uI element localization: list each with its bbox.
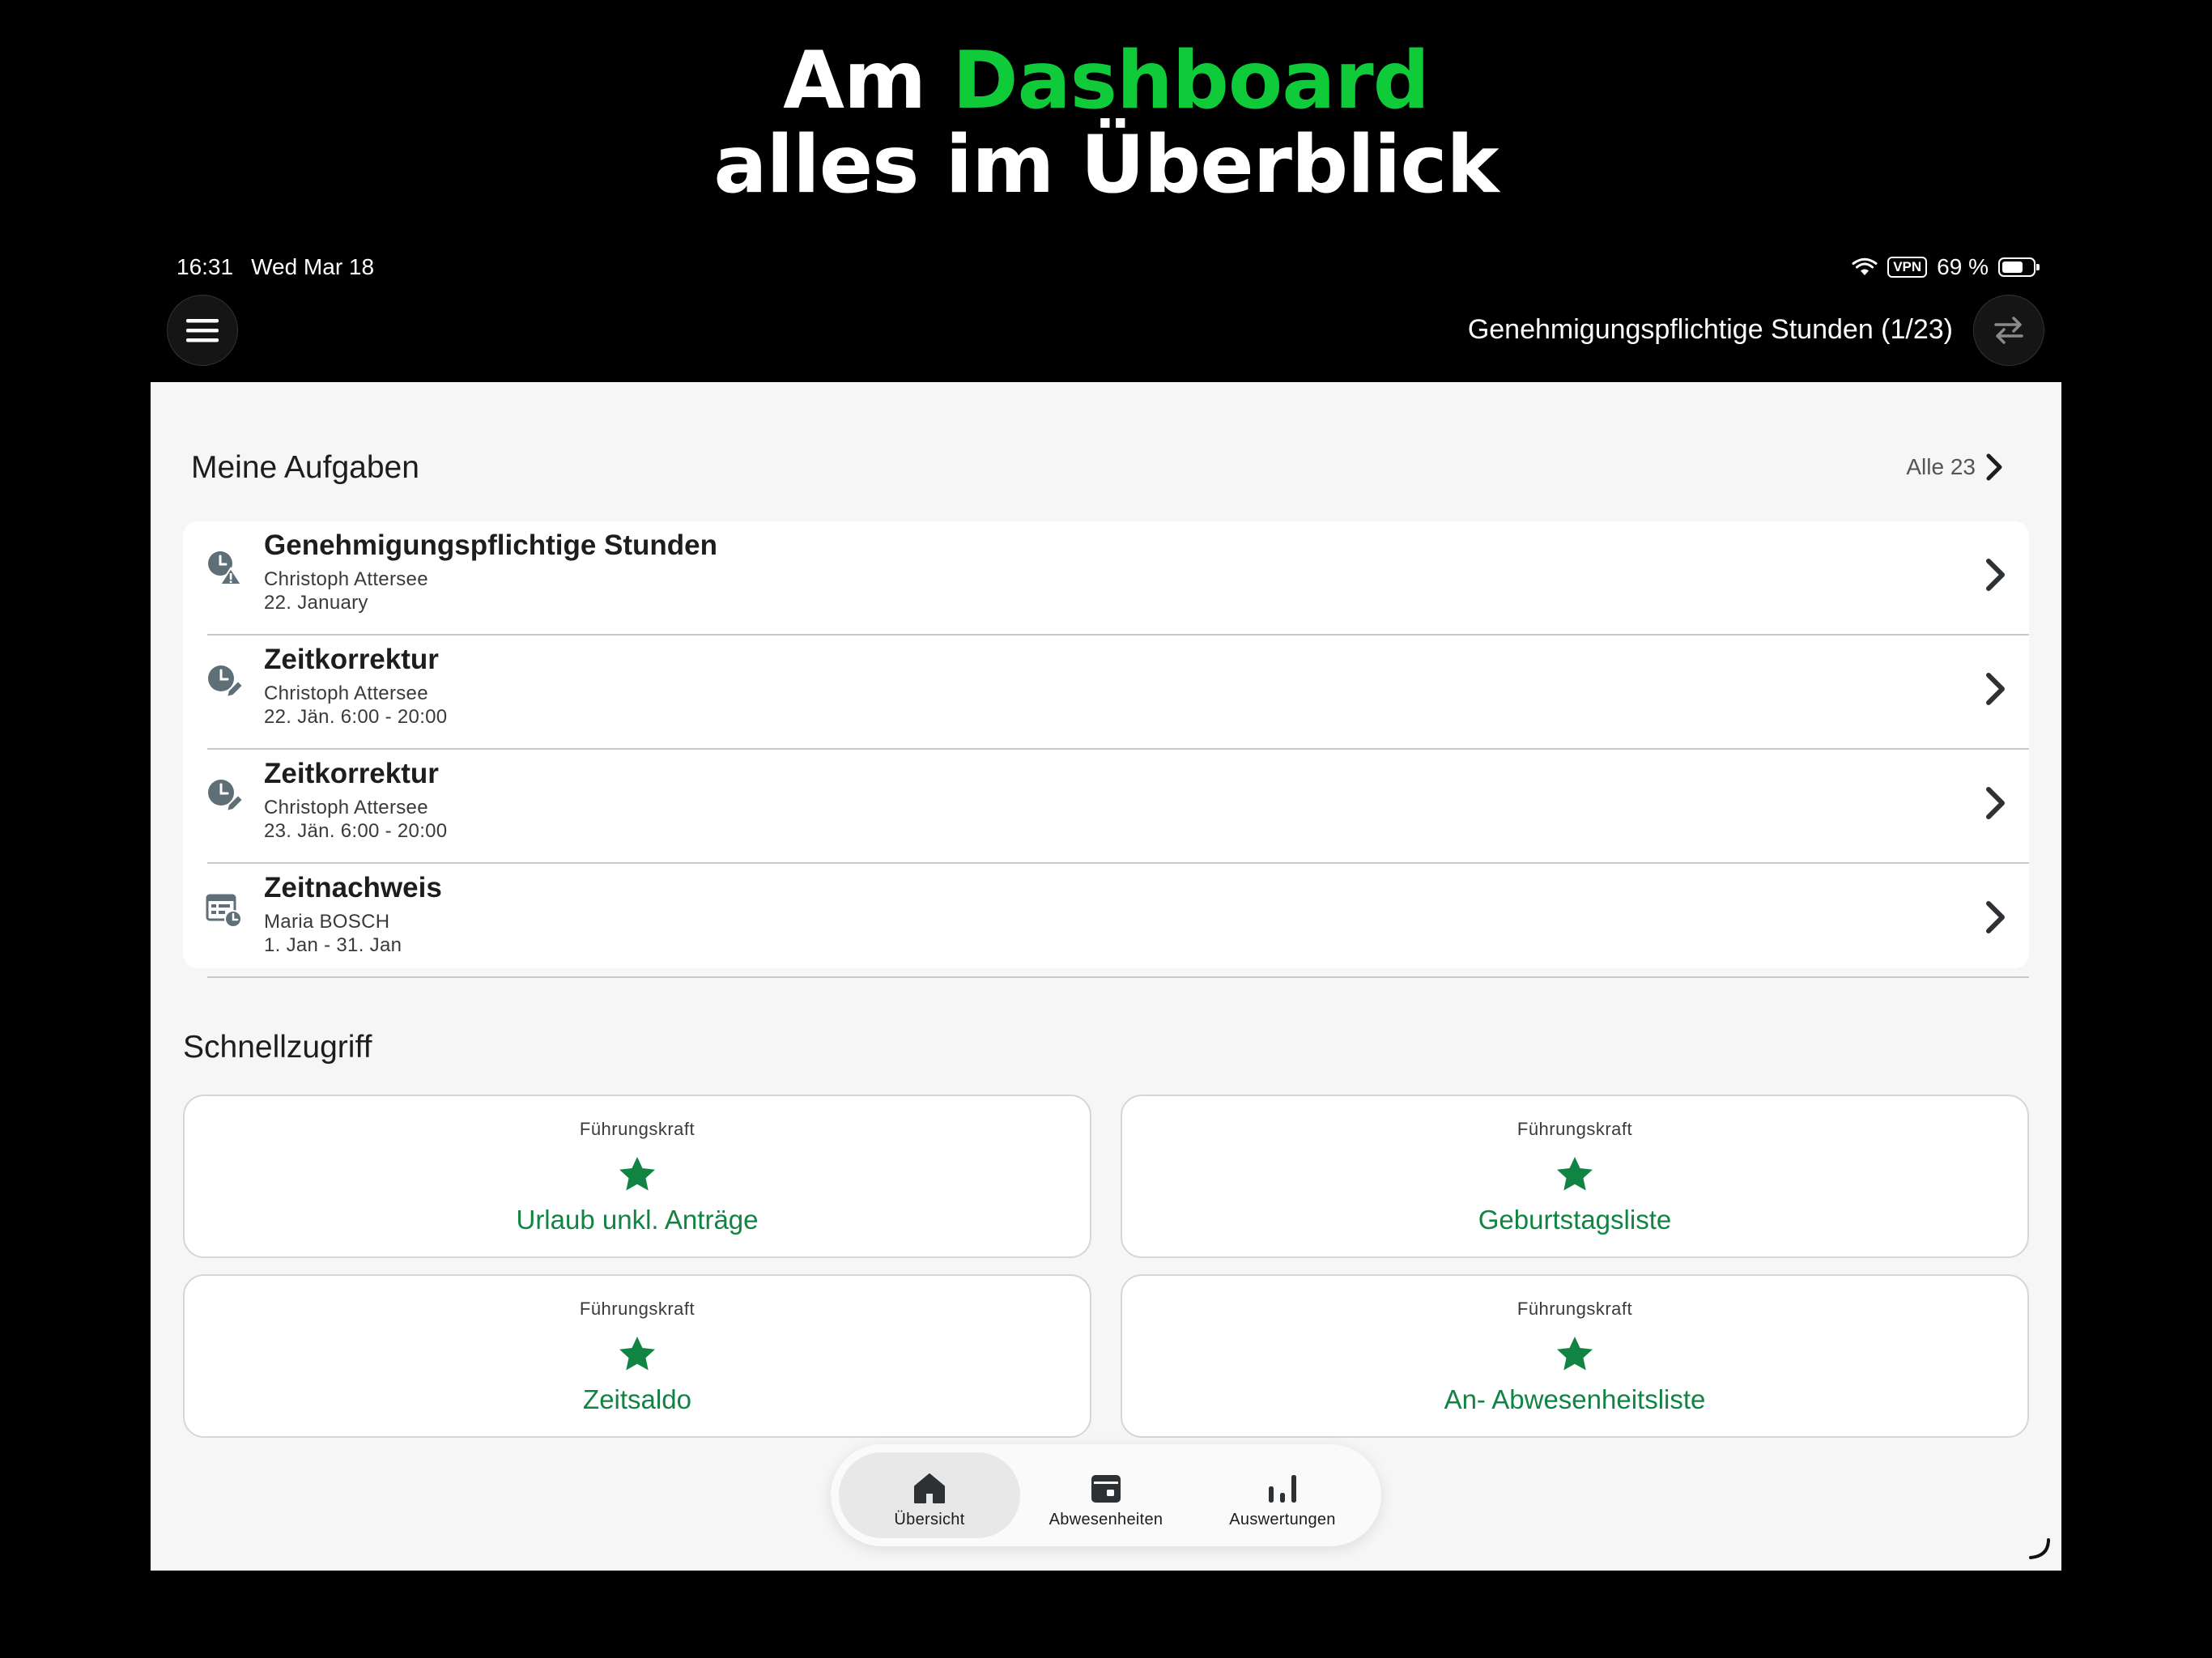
tab-label: Auswertungen	[1229, 1511, 1336, 1528]
quick-access-card[interactable]: Führungskraft An- Abwesenheitsliste	[1121, 1274, 2029, 1438]
star-icon	[1557, 1157, 1593, 1191]
headline-line-1: Am Dashboard	[0, 39, 2212, 123]
dashboard-panel: Meine Aufgaben Alle 23 Genehmigungspflic…	[151, 382, 2061, 1571]
status-bar-left: 16:31 Wed Mar 18	[177, 254, 374, 280]
quick-access-text: Geburtstagsliste	[1478, 1205, 1672, 1235]
promo-headline: Am Dashboard alles im Überblick	[0, 39, 2212, 207]
task-title: Zeitkorrektur	[264, 758, 439, 789]
clock-edit-icon	[208, 665, 243, 699]
tab-bar: Übersicht Abwesenheiten Auswertungen	[831, 1444, 1381, 1546]
task-detail: 22. January	[264, 592, 368, 614]
tasks-section-title: Meine Aufgaben	[191, 450, 419, 485]
all-tasks-link[interactable]: Alle 23	[1906, 452, 2005, 483]
calendar-icon	[1091, 1475, 1121, 1503]
task-title: Genehmigungspflichtige Stunden	[264, 529, 717, 561]
chevron-right-icon	[1986, 559, 2005, 591]
all-tasks-label: Alle 23	[1906, 454, 1976, 479]
quick-access-label: Führungskraft	[1516, 1119, 1633, 1139]
switch-button[interactable]	[1973, 295, 2044, 366]
quick-access-label: Führungskraft	[1516, 1299, 1633, 1319]
task-detail: 22. Jän. 6:00 - 20:00	[264, 706, 448, 728]
headline-accent: Dashboard	[952, 35, 1430, 127]
hamburger-icon	[186, 319, 219, 342]
quick-access-label: Führungskraft	[579, 1299, 696, 1319]
bar-chart-icon	[1269, 1475, 1296, 1503]
star-icon	[1557, 1337, 1593, 1371]
task-row[interactable]: Zeitnachweis Maria BOSCH 1. Jan - 31. Ja…	[183, 864, 2029, 978]
status-date: Wed Mar 18	[251, 254, 375, 279]
battery-percent: 69 %	[1937, 254, 1989, 279]
tab-label: Übersicht	[894, 1511, 965, 1528]
chevron-right-icon	[1986, 787, 2005, 819]
tab-absences[interactable]: Abwesenheiten	[1015, 1452, 1197, 1538]
task-person: Christoph Attersee	[264, 682, 428, 704]
task-detail: 23. Jän. 6:00 - 20:00	[264, 820, 448, 842]
quick-access-card[interactable]: Führungskraft Zeitsaldo	[183, 1274, 1091, 1438]
loading-spinner-icon	[2029, 1538, 2050, 1559]
row-divider	[207, 976, 2029, 978]
status-bar-right: VPN 69 %	[1852, 254, 2040, 280]
quick-access-label: Führungskraft	[579, 1119, 696, 1139]
task-title: Zeitkorrektur	[264, 644, 439, 675]
status-time: 16:31	[177, 254, 234, 279]
task-title: Zeitnachweis	[264, 872, 442, 903]
nav-title: Genehmigungspflichtige Stunden (1/23)	[1467, 314, 1953, 345]
quick-access-text: Urlaub unkl. Anträge	[516, 1205, 759, 1235]
task-row[interactable]: Genehmigungspflichtige Stunden Christoph…	[183, 521, 2029, 636]
vpn-badge: VPN	[1887, 257, 1928, 278]
quick-access-card[interactable]: Führungskraft Urlaub unkl. Anträge	[183, 1095, 1091, 1258]
headline-prefix: Am	[783, 35, 926, 127]
home-icon	[914, 1473, 945, 1503]
tab-overview[interactable]: Übersicht	[839, 1452, 1020, 1538]
swap-arrows-icon	[1994, 317, 2023, 344]
quick-access-text: An- Abwesenheitsliste	[1444, 1384, 1706, 1414]
chevron-right-icon	[1986, 673, 2005, 705]
star-icon	[619, 1337, 655, 1371]
chevron-right-icon	[1986, 453, 2002, 481]
battery-icon	[1998, 257, 2040, 277]
task-person: Christoph Attersee	[264, 797, 428, 818]
task-row[interactable]: Zeitkorrektur Christoph Attersee 23. Jän…	[183, 750, 2029, 864]
quick-access-title: Schnellzugriff	[183, 1030, 372, 1065]
task-row[interactable]: Zeitkorrektur Christoph Attersee 22. Jän…	[183, 636, 2029, 750]
clock-warning-icon	[208, 551, 243, 585]
quick-access-text: Zeitsaldo	[583, 1384, 691, 1414]
task-person: Maria BOSCH	[264, 911, 390, 933]
star-icon	[619, 1157, 655, 1191]
menu-button[interactable]	[167, 295, 238, 366]
task-list: Genehmigungspflichtige Stunden Christoph…	[183, 521, 2029, 978]
chevron-right-icon	[1986, 901, 2005, 933]
task-detail: 1. Jan - 31. Jan	[264, 934, 402, 956]
tab-label: Abwesenheiten	[1049, 1511, 1163, 1528]
headline-line-2: alles im Überblick	[713, 119, 1499, 211]
tab-reports[interactable]: Auswertungen	[1192, 1452, 1373, 1538]
timesheet-icon	[206, 894, 242, 928]
wifi-icon	[1852, 257, 1878, 275]
quick-access-card[interactable]: Führungskraft Geburtstagsliste	[1121, 1095, 2029, 1258]
clock-edit-icon	[208, 780, 243, 813]
task-person: Christoph Attersee	[264, 568, 428, 590]
